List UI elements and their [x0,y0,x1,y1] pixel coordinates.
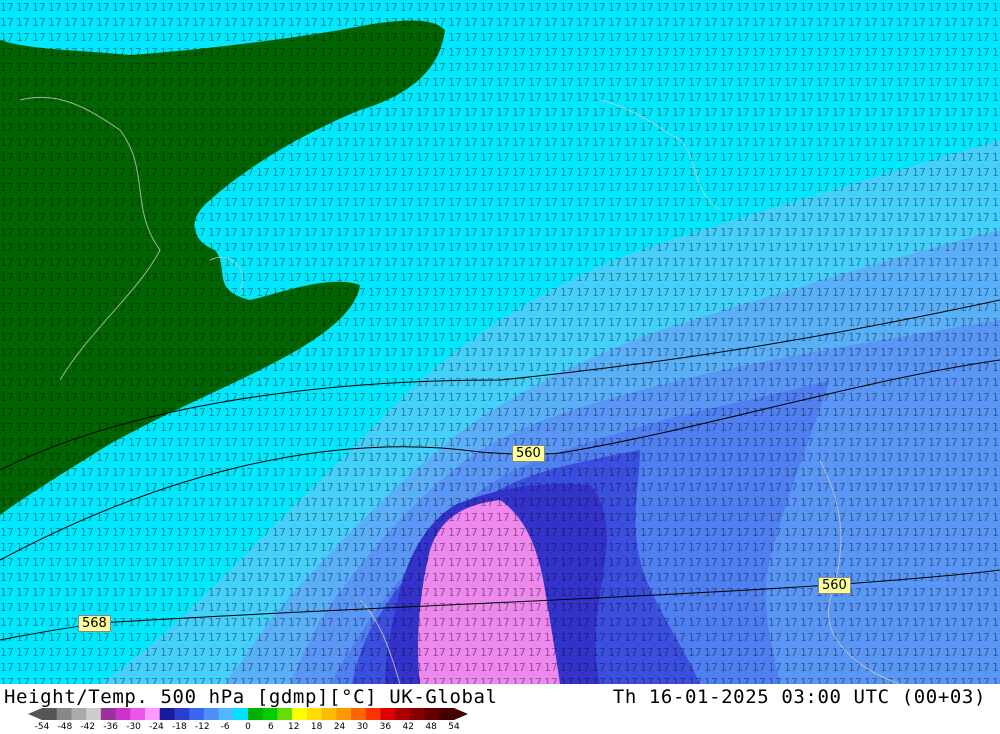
color-scale-swatch [409,708,426,720]
contour-label-568: 568 [78,615,111,632]
color-scale-tick-label: 0 [245,722,251,732]
map-footer: Height/Temp. 500 hPa [gdmp][°C] UK-Globa… [0,684,1000,733]
color-scale-tick-label: 54 [448,722,460,732]
map-title: Height/Temp. 500 hPa [gdmp][°C] UK-Globa… [4,686,498,708]
color-scale-swatch [42,708,58,720]
color-scale-swatch [100,708,117,720]
color-scale-tick-label: 12 [288,722,300,732]
color-scale-swatch [380,708,396,720]
color-scale-swatch [424,708,440,720]
color-scale-swatch [365,708,381,720]
color-scale-bar [28,708,468,720]
color-scale-swatch [56,708,72,720]
color-scale-tick-label: -18 [171,722,187,732]
color-scale-tick-label: -54 [34,722,50,732]
color-scale-swatch [292,708,308,720]
color-scale-tick-label: -48 [57,722,73,732]
color-scale-arrow-left [28,708,42,720]
color-scale-swatch [86,708,102,720]
color-scale-swatch [395,708,411,720]
map-timestamp: Th 16-01-2025 03:00 UTC (00+03) [612,686,986,708]
color-scale-tick-label: -24 [149,722,164,732]
color-scale-swatch [189,708,205,720]
color-scale-tick-label: 24 [333,722,346,732]
color-scale-tick-label: -42 [80,722,96,732]
color-scale-tick-label: 18 [310,722,323,732]
color-scale-swatch [439,708,455,720]
color-scale-swatch [71,708,87,720]
color-scale-swatch [262,708,278,720]
color-scale-tick-label: 36 [379,722,392,732]
color-scale-swatch [130,708,146,720]
color-scale-tick-label: -6 [220,722,230,732]
color-scale-tick-label: -30 [126,722,141,732]
color-scale-ticks: -54 -48 -42 -36 -30 -24 -18 -12 -6 0 6 12 18 24 30 36 42… [28,722,488,734]
color-scale-tick-label: 6 [268,722,274,732]
color-scale-swatch [336,708,352,720]
color-scale-swatch [203,708,220,720]
color-scale-swatch [233,708,249,720]
contour-label-560-a: 560 [512,445,545,462]
color-scale-tick-label: -12 [194,722,210,732]
color-scale-swatch [306,708,323,720]
color-scale-swatch [115,708,131,720]
color-scale-swatch [218,708,234,720]
color-scale-tick-label: 42 [402,722,414,732]
color-scale-swatch [145,708,161,720]
color-scale-tick-label: -36 [103,722,119,732]
color-scale-swatch [248,708,264,720]
color-scale-swatch [277,708,293,720]
contour-label-560-b: 560 [818,577,851,594]
color-scale-swatch [174,708,190,720]
color-scale-tick-label: 48 [425,722,437,732]
color-scale-swatch [321,708,337,720]
color-scale-swatch [159,708,175,720]
color-scale-tick-label: 30 [356,722,369,732]
color-scale-arrow-right [454,708,468,720]
color-scale-swatch [351,708,367,720]
